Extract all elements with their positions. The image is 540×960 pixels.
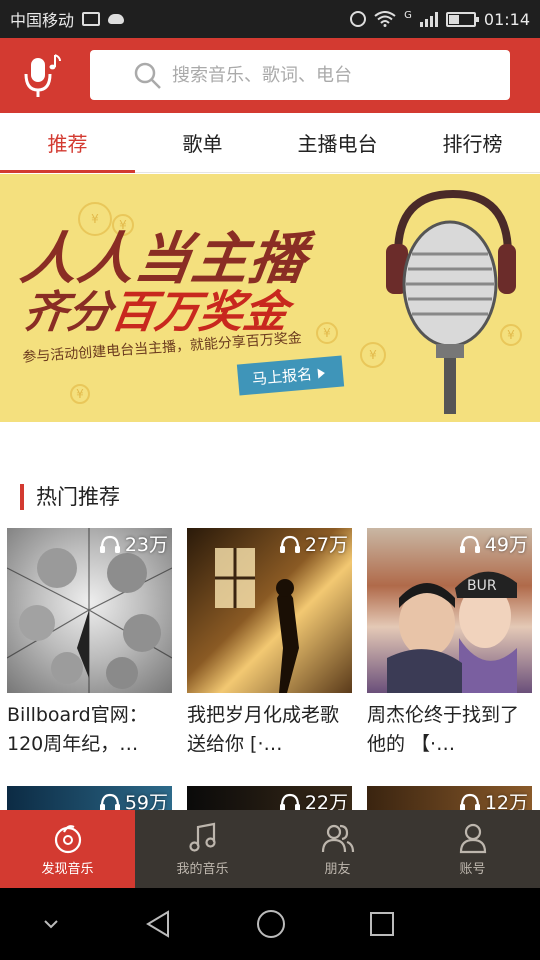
playlist-cover: 12万 xyxy=(367,786,532,810)
nav-label: 发现音乐 xyxy=(41,861,94,877)
nav-label: 账号 xyxy=(459,861,486,877)
play-count-value: 27万 xyxy=(304,534,348,556)
signup-button[interactable]: 马上报名 xyxy=(236,355,345,396)
chevron-down-icon[interactable] xyxy=(41,918,61,930)
play-count-value: 59万 xyxy=(124,792,168,810)
discover-icon xyxy=(54,824,81,853)
search-icon xyxy=(134,62,161,89)
network-type-label: G xyxy=(404,9,412,21)
headphones-icon xyxy=(279,535,300,553)
play-count: 22万 xyxy=(279,788,348,810)
clock: 01:14 xyxy=(483,9,530,29)
system-nav-bar xyxy=(0,888,540,960)
music-note-icon xyxy=(188,822,216,852)
playlist-card[interactable]: BUR 49万 周杰伦终于找到了他的 【·… xyxy=(367,528,532,759)
image-notification-icon xyxy=(82,12,101,26)
playlist-title[interactable]: 我把岁月化成老歌送给你 [·… xyxy=(187,701,352,759)
search-input[interactable] xyxy=(172,64,502,86)
status-bar: 中国移动 G 01:14 xyxy=(0,0,540,38)
play-count: 49万 xyxy=(459,530,528,557)
tab-charts[interactable]: 排行榜 xyxy=(405,113,540,172)
microphone-icon xyxy=(24,53,61,97)
nav-friends[interactable]: 朋友 xyxy=(270,810,405,888)
hot-recommend-title: 热门推荐 xyxy=(20,484,120,510)
back-icon[interactable] xyxy=(144,909,174,939)
nav-my-music[interactable]: 我的音乐 xyxy=(135,810,270,888)
promo-banner[interactable]: ¥ ¥ ¥ ¥ ¥ ¥ 人人当主播 齐分百万奖金 参与活动创建电台当主播，就能分… xyxy=(0,174,540,422)
playlist-title[interactable]: Billboard官网：120周年纪，… xyxy=(7,701,172,759)
play-count-value: 49万 xyxy=(484,534,528,556)
play-count: 27万 xyxy=(279,530,348,557)
home-icon[interactable] xyxy=(256,909,286,939)
signal-icon xyxy=(419,11,438,27)
nav-label: 我的音乐 xyxy=(176,861,229,877)
voice-search-button[interactable] xyxy=(0,38,90,113)
headphones-icon xyxy=(459,793,480,810)
play-count: 23万 xyxy=(99,530,168,557)
play-count-value: 12万 xyxy=(484,792,528,810)
playlist-card[interactable]: 27万 我把岁月化成老歌送给你 [·… xyxy=(187,528,352,759)
bottom-nav: 发现音乐 我的音乐 朋友 账号 xyxy=(0,810,540,888)
headphones-icon xyxy=(99,535,120,553)
battery-icon xyxy=(445,11,479,27)
app-header xyxy=(0,38,540,113)
coin-decoration: ¥ xyxy=(316,322,338,344)
playlist-card[interactable]: 22万 xyxy=(187,786,352,810)
recent-apps-icon[interactable] xyxy=(368,910,396,938)
play-count: 12万 xyxy=(459,788,528,810)
wifi-icon xyxy=(374,11,396,27)
cloud-icon xyxy=(108,14,125,24)
tab-playlists[interactable]: 歌单 xyxy=(135,113,270,172)
tab-bar: 推荐 歌单 主播电台 排行榜 xyxy=(0,113,540,173)
tab-radio[interactable]: 主播电台 xyxy=(270,113,405,172)
search-box[interactable] xyxy=(90,50,510,100)
coin-decoration: ¥ xyxy=(70,384,90,404)
play-count-value: 22万 xyxy=(304,792,348,810)
headphones-icon xyxy=(279,793,300,810)
playlist-cover: BUR 49万 xyxy=(367,528,532,693)
playlist-cover: 23万 xyxy=(7,528,172,693)
friends-icon xyxy=(321,824,354,852)
playlist-cover: 22万 xyxy=(187,786,352,810)
playlist-cover: 27万 xyxy=(187,528,352,693)
playlist-card[interactable]: 59万 xyxy=(7,786,172,810)
playlist-title[interactable]: 周杰伦终于找到了他的 【·… xyxy=(367,701,532,759)
nav-discover[interactable]: 发现音乐 xyxy=(0,810,135,888)
playlist-card[interactable]: 23万 Billboard官网：120周年纪，… xyxy=(7,528,172,759)
headphones-icon xyxy=(459,535,480,553)
nav-account[interactable]: 账号 xyxy=(405,810,540,888)
studio-microphone-illustration xyxy=(386,189,516,414)
play-count-value: 23万 xyxy=(124,534,168,556)
playlist-cover: 59万 xyxy=(7,786,172,810)
svg-text:BUR: BUR xyxy=(467,578,497,594)
play-count: 59万 xyxy=(99,788,168,810)
playlist-card[interactable]: 12万 xyxy=(367,786,532,810)
banner-subtitle-prefix: 齐分 xyxy=(19,287,115,338)
account-icon xyxy=(459,823,486,853)
alarm-icon xyxy=(350,11,367,27)
nav-label: 朋友 xyxy=(324,861,351,877)
carrier-label: 中国移动 xyxy=(10,11,75,30)
headphones-icon xyxy=(99,793,120,810)
tab-recommend[interactable]: 推荐 xyxy=(0,113,135,173)
